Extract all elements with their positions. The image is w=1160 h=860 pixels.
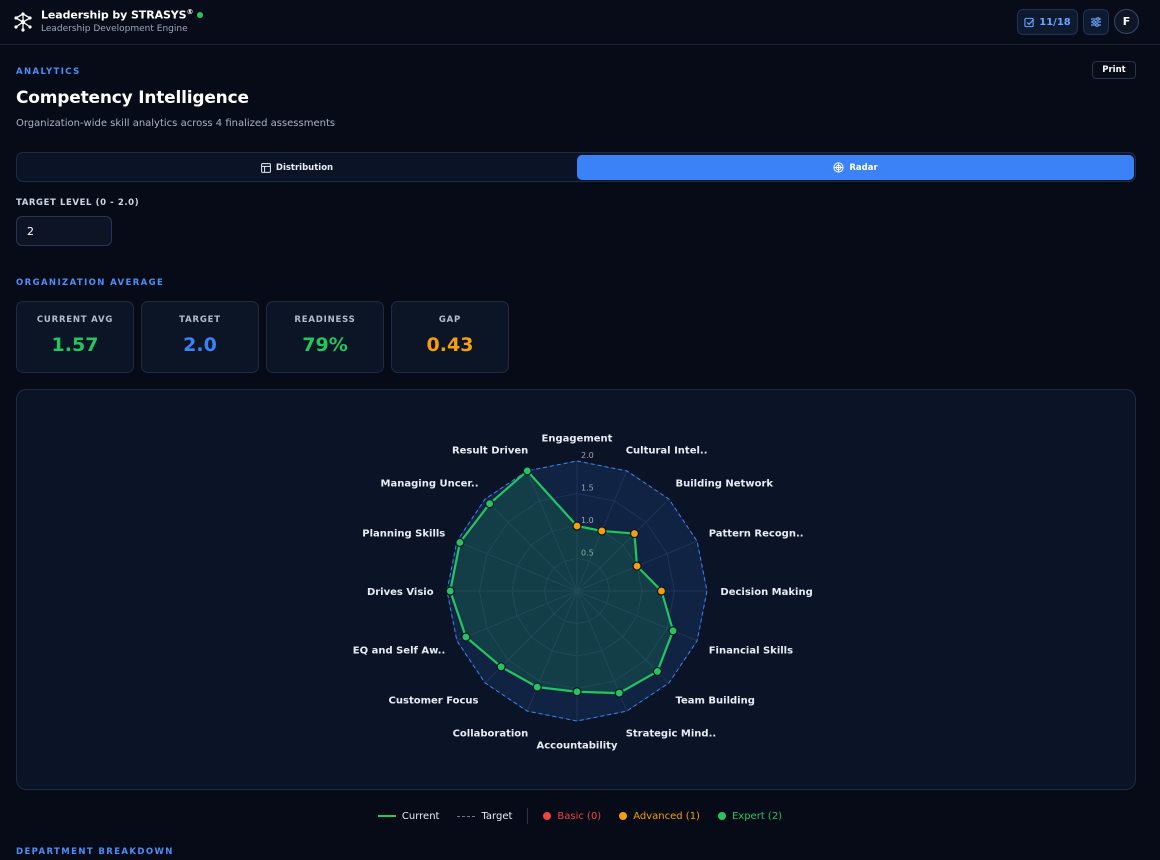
legend-item-target: Target <box>457 811 512 822</box>
tab-distribution[interactable]: Distribution <box>19 155 575 180</box>
tab-distribution-label: Distribution <box>275 162 334 173</box>
data-point <box>572 687 582 697</box>
radial-tick-label: 1.5 <box>581 484 594 493</box>
legend-item-advanced: Advanced (1) <box>619 811 700 822</box>
data-point <box>668 626 678 636</box>
stat-card-gap: GAP 0.43 <box>391 301 509 373</box>
page-subtitle: Organization-wide skill analytics across… <box>16 118 336 129</box>
radial-tick-label: 1.0 <box>581 516 594 525</box>
axis-label: Decision Making <box>720 587 812 598</box>
legend-label: Target <box>481 810 513 822</box>
chart-legend: Current Target Basic (0) Advanced (1) Ex… <box>0 808 1160 824</box>
user-avatar[interactable]: F <box>1114 9 1139 34</box>
legend-dash-swatch <box>457 815 476 817</box>
legend-label: Basic (0) <box>557 810 602 822</box>
data-point <box>652 666 663 677</box>
legend-dot <box>543 812 552 820</box>
legend-item-basic: Basic (0) <box>543 811 601 822</box>
data-point <box>597 526 607 536</box>
stat-label: GAP <box>438 315 462 325</box>
axis-label: Managing Uncer.. <box>381 479 479 490</box>
legend-label: Expert (2) <box>731 810 783 822</box>
network-logo-icon <box>14 12 32 32</box>
stat-value: 2.0 <box>183 334 217 356</box>
stat-value: 1.57 <box>51 334 99 356</box>
axis-label: EQ and Self Aw.. <box>353 646 446 657</box>
data-point <box>614 688 624 698</box>
stat-label: TARGET <box>179 315 221 325</box>
target-level-label: TARGET LEVEL (0 - 2.0) <box>16 198 140 208</box>
data-point <box>656 586 667 596</box>
department-breakdown-heading: DEPARTMENT BREAKDOWN <box>16 847 174 857</box>
axis-label: Result Driven <box>452 445 528 456</box>
axis-label: Accountability <box>537 740 618 751</box>
settings-sliders-button[interactable] <box>1083 9 1109 35</box>
axis-label: Pattern Recogn.. <box>709 528 804 539</box>
data-point <box>455 537 465 548</box>
legend-item-current: Current <box>377 810 440 822</box>
tab-radar-label: Radar <box>849 162 878 173</box>
app-title: Leadership by STRASYS® <box>41 8 204 22</box>
data-point <box>632 561 642 571</box>
stat-card-target: TARGET 2.0 <box>141 301 259 373</box>
task-counter: 11/18 <box>1039 16 1071 28</box>
axis-label: Collaboration <box>453 729 529 740</box>
radial-tick-label: 2.0 <box>581 451 594 460</box>
axis-label: Planning Skills <box>362 528 445 539</box>
sliders-icon <box>1091 17 1101 27</box>
page-title: Competency Intelligence <box>16 88 249 108</box>
axis-label: Customer Focus <box>389 695 479 706</box>
axis-label: Strategic Mind.. <box>626 729 716 740</box>
task-progress-button[interactable]: 11/18 <box>1017 9 1078 35</box>
axis-label: Financial Skills <box>709 646 793 657</box>
data-point <box>629 528 640 539</box>
target-level-input[interactable] <box>16 216 112 246</box>
org-average-heading: ORGANIZATION AVERAGE <box>16 278 165 288</box>
radar-chart: 0.51.01.52.0EngagementCultural Intel..Bu… <box>353 434 813 752</box>
stat-card-current-avg: CURRENT AVG 1.57 <box>16 301 134 373</box>
legend-dot <box>717 812 726 820</box>
stat-value: 0.43 <box>426 334 474 356</box>
axis-label: Cultural Intel.. <box>626 445 708 456</box>
stat-label: READINESS <box>294 315 356 325</box>
legend-divider <box>527 808 529 824</box>
data-point <box>496 662 506 672</box>
radar-chart-panel: 0.51.01.52.0EngagementCultural Intel..Bu… <box>16 389 1136 790</box>
online-status-dot <box>197 11 204 18</box>
section-eyebrow: ANALYTICS <box>16 67 81 77</box>
data-point <box>572 521 582 531</box>
legend-item-expert: Expert (2) <box>717 810 783 822</box>
radar-icon <box>833 162 844 173</box>
data-point <box>445 586 455 596</box>
axis-label: Team Building <box>675 695 754 706</box>
print-button[interactable]: Print <box>1092 61 1136 79</box>
checkbox-icon <box>1024 17 1035 27</box>
stat-label: CURRENT AVG <box>36 315 114 325</box>
tab-radar[interactable]: Radar <box>577 155 1134 180</box>
legend-label: Advanced (1) <box>633 810 700 822</box>
axis-label: Drives Visio <box>367 587 434 598</box>
axis-label: Building Network <box>675 479 773 490</box>
app-subtitle: Leadership Development Engine <box>41 24 188 34</box>
data-point <box>485 499 495 509</box>
table-icon <box>260 162 271 173</box>
legend-line-swatch <box>377 815 396 817</box>
view-toggle: Distribution Radar <box>16 152 1136 182</box>
stat-value: 79% <box>302 334 348 356</box>
data-point <box>532 682 542 692</box>
top-bar: Leadership by STRASYS® Leadership Develo… <box>0 0 1160 45</box>
legend-label: Current <box>401 810 440 822</box>
axis-label: Engagement <box>542 434 613 445</box>
data-point <box>522 466 532 476</box>
legend-dot <box>619 812 628 820</box>
stat-card-readiness: READINESS 79% <box>266 301 384 373</box>
data-point <box>461 632 471 642</box>
